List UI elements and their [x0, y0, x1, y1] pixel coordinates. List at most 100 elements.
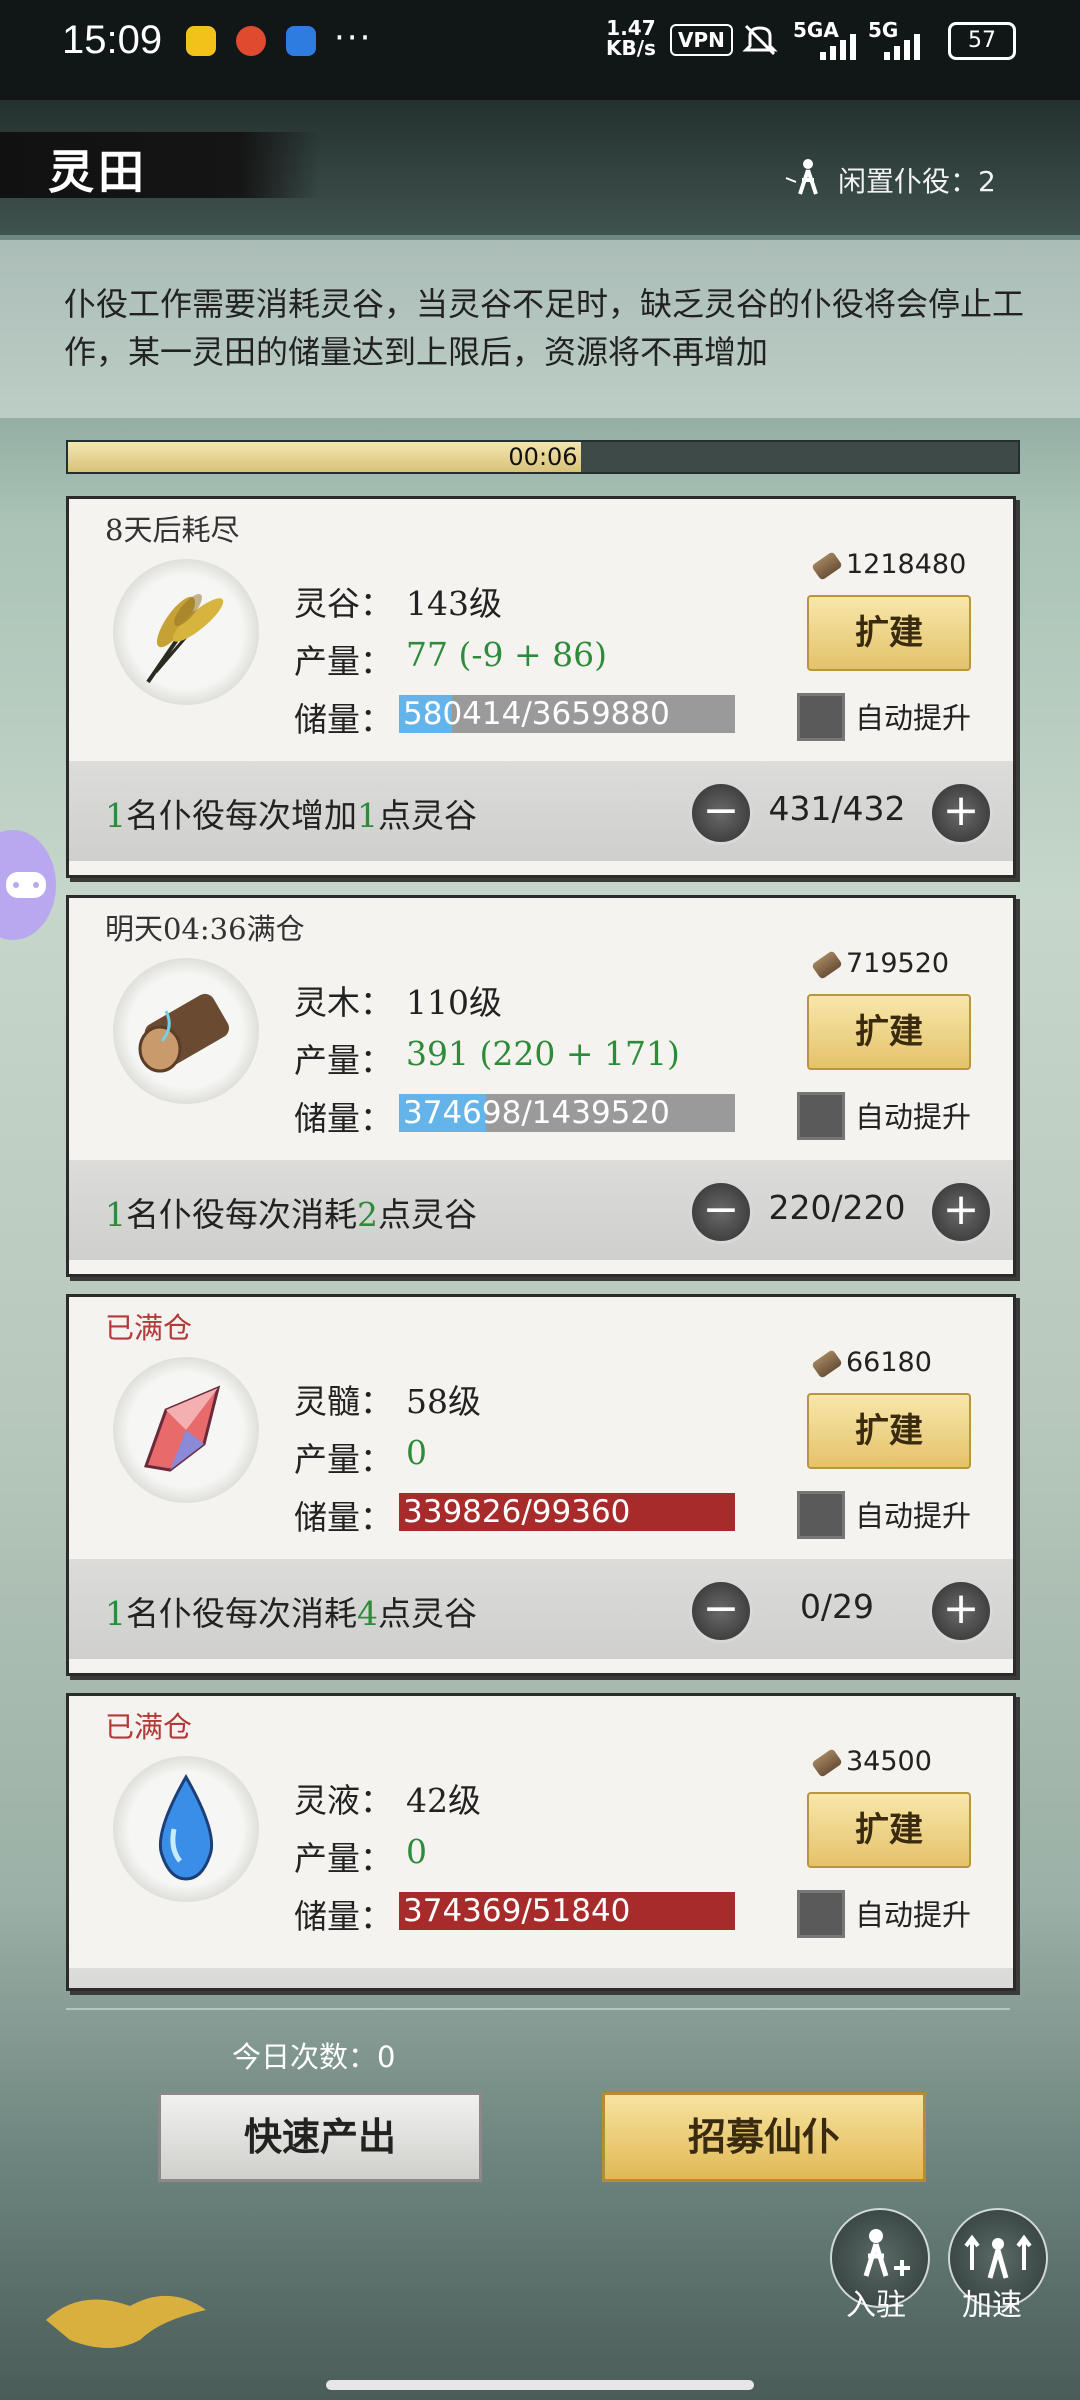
worker-description: 1名仆役每次消耗2点灵谷	[105, 1188, 477, 1236]
storage-bar: 374369/51840	[399, 1892, 735, 1930]
output-label: 产量：	[294, 1041, 393, 1080]
field-name-label: 灵液：	[294, 1781, 393, 1820]
worker-points: 2	[357, 1195, 378, 1234]
home-indicator[interactable]	[326, 2380, 754, 2390]
field-level: 110级	[406, 983, 502, 1022]
worker-row	[69, 1968, 1013, 1988]
gamepad-float-icon[interactable]	[0, 830, 56, 940]
auto-upgrade-label: 自动提升	[855, 1499, 972, 1533]
vpn-icon: VPN	[670, 24, 733, 56]
auto-upgrade-checkbox[interactable]	[797, 1890, 845, 1938]
storage-label: 储量：	[294, 1897, 393, 1936]
signal-bars-icon	[820, 34, 864, 64]
storage-text: 580414/3659880	[403, 696, 670, 732]
expand-cost: 66180	[811, 1347, 932, 1379]
worker-points: 4	[357, 1594, 378, 1633]
output-label: 产量：	[294, 642, 393, 681]
worker-description: 1名仆役每次增加1点灵谷	[105, 789, 477, 837]
decrease-workers-button[interactable]: −	[689, 781, 753, 845]
water-drop-icon	[113, 1756, 259, 1902]
worker-points: 1	[357, 796, 378, 835]
output-label: 产量：	[294, 1839, 393, 1878]
field-card-marrow: 已满仓 灵髓： 58级 产量： 0 储量： 339826/99360 66180…	[66, 1294, 1016, 1676]
field-output: 0	[406, 1433, 427, 1472]
notification-app-icon	[186, 26, 216, 56]
worker-count: 1	[105, 1594, 126, 1633]
expand-button[interactable]: 扩建	[807, 1393, 971, 1469]
wood-icon	[811, 550, 843, 581]
status-time: 15:09	[62, 18, 163, 62]
expand-cost: 1218480	[811, 549, 967, 581]
wood-log-icon	[113, 958, 259, 1104]
increase-workers-button[interactable]: +	[929, 1180, 993, 1244]
expand-button[interactable]: 扩建	[807, 994, 971, 1070]
expand-cost: 719520	[811, 948, 949, 980]
field-level: 143级	[406, 584, 502, 623]
output-label: 产量：	[294, 1440, 393, 1479]
worker-action: 名仆役每次消耗	[126, 1594, 357, 1633]
more-notifications-icon: ···	[334, 18, 373, 58]
decrease-workers-button[interactable]: −	[689, 1579, 753, 1643]
notification-app-icon	[236, 26, 266, 56]
wood-icon	[811, 1747, 843, 1778]
field-level: 58级	[406, 1382, 481, 1421]
network-speed-value: 1.47	[606, 16, 656, 40]
decrease-workers-button[interactable]: −	[689, 1180, 753, 1244]
page-title: 灵田	[48, 145, 148, 199]
network-speed: 1.47 KB/s	[606, 18, 656, 58]
worker-unit: 点灵谷	[378, 1195, 477, 1234]
storage-label: 储量：	[294, 700, 393, 739]
crystal-icon	[113, 1357, 259, 1503]
expand-cost-value: 34500	[846, 1746, 932, 1777]
assigned-workers: 431/432	[768, 789, 906, 828]
expand-button[interactable]: 扩建	[807, 595, 971, 671]
field-name-label: 灵谷：	[294, 584, 393, 623]
storage-bar: 339826/99360	[399, 1493, 735, 1531]
auto-upgrade-label: 自动提升	[855, 1898, 972, 1932]
wood-icon	[811, 1348, 843, 1379]
divider	[66, 2008, 1010, 2010]
field-name-label: 灵髓：	[294, 1382, 393, 1421]
network-speed-unit: KB/s	[606, 36, 656, 60]
battery-icon: 57	[948, 22, 1016, 60]
auto-upgrade-checkbox[interactable]	[797, 1491, 845, 1539]
worker-row: 1名仆役每次消耗2点灵谷 − 220/220 +	[69, 1160, 1013, 1260]
today-count: 今日次数：0	[232, 2040, 396, 2074]
storage-label: 储量：	[294, 1498, 393, 1537]
field-level: 42级	[406, 1781, 481, 1820]
signal-bars-icon	[884, 34, 928, 64]
wood-icon	[811, 949, 843, 980]
notification-app-icon	[286, 26, 316, 56]
field-card-grain: 8天后耗尽 灵谷： 143级 产量： 77 (-9 + 86) 储量： 5804…	[66, 496, 1016, 878]
expand-cost: 34500	[811, 1746, 932, 1778]
expand-cost-value: 66180	[846, 1347, 932, 1378]
idle-workers: 闲置仆役：2	[838, 165, 996, 198]
increase-workers-button[interactable]: +	[929, 1579, 993, 1643]
field-card-wood: 明天04:36满仓 灵木： 110级 产量： 391 (220 + 171) 储…	[66, 895, 1016, 1277]
storage-text: 339826/99360	[403, 1494, 631, 1530]
worker-description: 1名仆役每次消耗4点灵谷	[105, 1587, 477, 1635]
field-status: 已满仓	[105, 1311, 193, 1345]
expand-button[interactable]: 扩建	[807, 1792, 971, 1868]
recruit-button[interactable]: 招募仙仆	[602, 2092, 926, 2182]
auto-upgrade-label: 自动提升	[855, 1100, 972, 1134]
increase-workers-button[interactable]: +	[929, 781, 993, 845]
quick-produce-button[interactable]: 快速产出	[158, 2092, 482, 2182]
station-label: 入驻	[846, 2288, 906, 2323]
field-card-liquid: 已满仓 灵液： 42级 产量： 0 储量： 374369/51840 34500…	[66, 1693, 1016, 1991]
field-name-label: 灵木：	[294, 983, 393, 1022]
auto-upgrade-checkbox[interactable]	[797, 1092, 845, 1140]
mute-icon	[740, 20, 780, 64]
timer-progress-bar: 00:06	[66, 440, 1020, 474]
worker-count: 1	[105, 796, 126, 835]
auto-upgrade-checkbox[interactable]	[797, 693, 845, 741]
expand-cost-value: 1218480	[846, 549, 967, 580]
worker-unit: 点灵谷	[378, 1594, 477, 1633]
storage-bar: 580414/3659880	[399, 695, 735, 733]
storage-text: 374698/1439520	[403, 1095, 670, 1131]
worker-action: 名仆役每次消耗	[126, 1195, 357, 1234]
field-status: 明天04:36满仓	[105, 912, 305, 946]
field-status: 已满仓	[105, 1710, 193, 1744]
worker-row: 1名仆役每次增加1点灵谷 − 431/432 +	[69, 761, 1013, 861]
assigned-workers: 0/29	[799, 1587, 875, 1626]
